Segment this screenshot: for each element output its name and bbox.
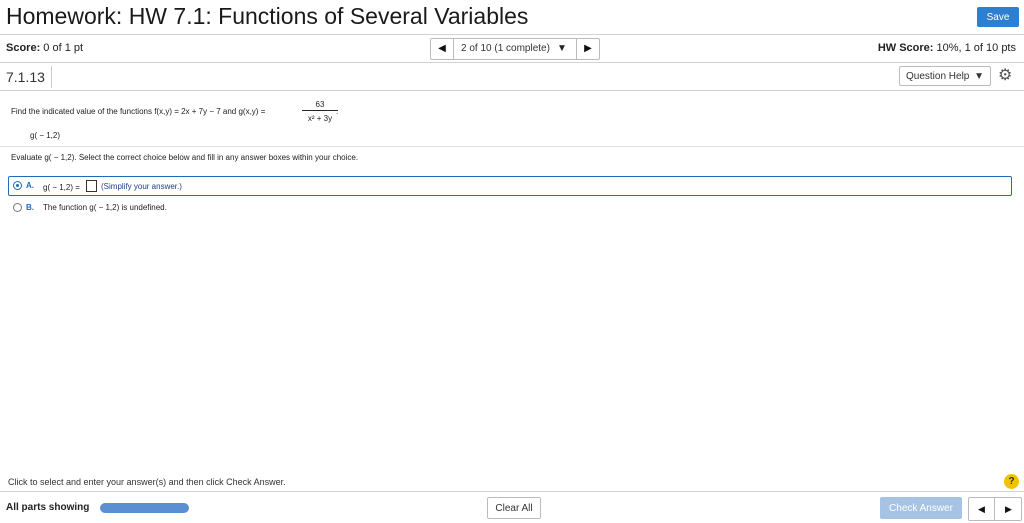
fraction-denominator: x² + 3y	[307, 114, 333, 123]
gear-icon[interactable]: ⚙	[998, 65, 1012, 85]
score-value: 0 of 1 pt	[40, 42, 84, 54]
all-parts-label: All parts showing	[6, 502, 90, 513]
footer-help-text: Click to select and enter your answer(s)…	[8, 477, 286, 487]
left-arrow-icon[interactable]: ◀	[969, 498, 995, 520]
choice-a-text: g( − 1,2) =	[43, 183, 80, 192]
question-selector[interactable]: 2 of 10 (1 complete)	[461, 39, 550, 59]
question-help-button[interactable]: Question Help ▼	[899, 66, 991, 86]
question-mark-icon[interactable]: ?	[1004, 474, 1019, 489]
choice-b-letter: B.	[26, 203, 34, 212]
hw-score: HW Score: 10%, 1 of 10 pts	[878, 42, 1016, 54]
question-number: 7.1.13	[0, 66, 52, 88]
divider	[0, 146, 1024, 147]
radio-choice-a[interactable]	[13, 181, 22, 190]
dropdown-arrow-icon[interactable]: ▼	[557, 39, 567, 59]
right-arrow-icon: ▶	[584, 43, 592, 54]
fraction-tail: .	[336, 107, 339, 116]
divider	[0, 34, 1024, 35]
save-button[interactable]: Save	[977, 7, 1019, 27]
clear-all-button[interactable]: Clear All	[487, 497, 541, 519]
fraction-numerator: 63	[315, 100, 325, 109]
page-title: Homework: HW 7.1: Functions of Several V…	[6, 3, 529, 29]
part-pager: ◀ ▶	[968, 497, 1022, 521]
question-help-label: Question Help	[906, 71, 970, 82]
divider	[0, 62, 1024, 63]
divider	[0, 90, 1024, 91]
radio-choice-b[interactable]	[13, 203, 22, 212]
previous-question-button[interactable]: ◀	[431, 39, 454, 59]
left-arrow-icon: ◀	[438, 43, 446, 54]
choice-a-hint: (Simplify your answer.)	[101, 182, 182, 191]
choice-a-letter: A.	[26, 181, 34, 190]
divider	[0, 491, 1024, 492]
progress-bar	[100, 503, 189, 513]
next-question-button[interactable]: ▶	[576, 39, 599, 59]
dropdown-arrow-icon: ▼	[974, 71, 984, 82]
fraction-bar	[302, 110, 338, 111]
question-navigator: ◀ 2 of 10 (1 complete) ▼ ▶	[430, 38, 600, 60]
right-arrow-icon[interactable]: ▶	[996, 498, 1021, 520]
answer-input[interactable]	[86, 180, 97, 192]
instruction-text: Evaluate g( − 1,2). Select the correct c…	[11, 153, 359, 162]
check-answer-button[interactable]: Check Answer	[880, 497, 962, 519]
hw-score-value: 10%, 1 of 10 pts	[933, 42, 1016, 54]
score-label: Score:	[6, 42, 41, 54]
score: Score: 0 of 1 pt	[6, 42, 83, 54]
choice-b-text[interactable]: The function g( − 1,2) is undefined.	[43, 203, 167, 212]
evaluation-point: g( − 1,2)	[30, 131, 61, 140]
question-prompt: Find the indicated value of the function…	[11, 107, 266, 116]
hw-score-label: HW Score:	[877, 42, 934, 54]
